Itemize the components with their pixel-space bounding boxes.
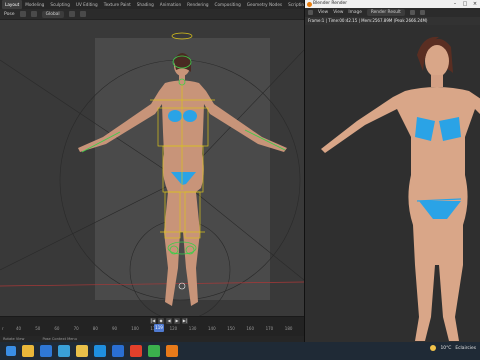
render-result[interactable] — [305, 25, 480, 342]
start-button[interactable] — [6, 346, 16, 356]
frame-marker: r — [2, 326, 4, 331]
mode-selector[interactable]: Pose — [4, 12, 15, 17]
orientation-dropdown[interactable]: Global — [41, 10, 64, 18]
maximize-icon[interactable]: □ — [460, 0, 470, 8]
workspace-tab-sculpting[interactable]: Sculpting — [47, 0, 73, 9]
image-slot-dropdown[interactable]: Render Result — [366, 9, 405, 16]
workspace-tab-modeling[interactable]: Modeling — [22, 0, 47, 9]
window-controls: – □ × — [450, 0, 480, 8]
editor-type-icon[interactable] — [308, 10, 313, 15]
close-icon[interactable]: × — [470, 0, 480, 8]
taskbar-app-icon[interactable] — [166, 345, 178, 357]
snap-icon[interactable] — [68, 11, 75, 17]
current-frame-indicator[interactable]: 119 — [154, 324, 164, 332]
workspace-tab-animation[interactable]: Animation — [157, 0, 184, 9]
frame-tick-label: 140 — [208, 326, 216, 331]
blender-logo-icon — [307, 1, 312, 7]
minimize-icon[interactable]: – — [450, 0, 460, 8]
frame-tick-label: 40 — [16, 326, 22, 331]
transform-icon[interactable] — [19, 11, 26, 17]
workspace-tab-shading[interactable]: Shading — [134, 0, 157, 9]
blender-main-window: Layout Modeling Sculpting UV Editing Texture… — [0, 0, 307, 342]
menu-image[interactable]: Image — [348, 10, 361, 15]
taskbar-app-icon[interactable] — [22, 345, 34, 357]
frame-tick-label: 90 — [112, 326, 118, 331]
frame-tick-label: 170 — [265, 326, 274, 331]
play-button[interactable]: ▶ — [174, 318, 180, 324]
frame-tick-label: 180 — [284, 326, 293, 331]
workspace-tab-rendering[interactable]: Rendering — [184, 0, 211, 9]
viewport-header: Pose Global — [0, 9, 304, 20]
play-reverse-button[interactable]: ◀ — [166, 318, 172, 324]
taskbar-app-icon[interactable] — [76, 345, 88, 357]
render-info-bar: Frame:1 | Time:00:42.15 | Mem:2567.89M (… — [305, 17, 480, 25]
frame-ruler: r 40506070809010011012013014015016017018… — [0, 325, 304, 333]
taskbar-app-icon[interactable] — [58, 345, 70, 357]
taskbar-app-icon[interactable] — [148, 345, 160, 357]
desktop: Layout Modeling Sculpting UV Editing Texture… — [0, 0, 480, 360]
workspace-tab-geometry-nodes[interactable]: Geometry Nodes — [244, 0, 285, 9]
frame-tick-label: 60 — [54, 326, 60, 331]
workspace-tab-uv-editing[interactable]: UV Editing — [73, 0, 101, 9]
weather-condition[interactable]: Eclaircies — [455, 346, 476, 351]
render-window-title: Blender Render — [313, 1, 348, 6]
frame-tick-label: 160 — [246, 326, 255, 331]
slot-icon[interactable] — [409, 10, 415, 15]
system-tray: 10°C Eclaircies — [430, 345, 476, 351]
taskbar-app-icon[interactable] — [94, 345, 106, 357]
render-titlebar: Blender Render – □ × — [305, 0, 480, 8]
frame-tick-label: 50 — [35, 326, 41, 331]
proportional-icon[interactable] — [79, 11, 86, 17]
workspace-tab-compositing[interactable]: Compositing — [212, 0, 244, 9]
character-model — [78, 53, 287, 306]
workspace-tab-layout[interactable]: Layout — [2, 0, 23, 9]
weather-temperature[interactable]: 10°C — [440, 346, 451, 351]
menu-view-2[interactable]: View — [333, 10, 343, 15]
workspace-tabs: Layout Modeling Sculpting UV Editing Texture… — [0, 0, 307, 9]
frame-tick-label: 100 — [131, 326, 139, 331]
weather-icon[interactable] — [430, 345, 437, 351]
render-window: Blender Render – □ × View View Image Ren… — [304, 0, 480, 342]
frame-tick-label: 150 — [227, 326, 235, 331]
x-axis-line — [0, 281, 304, 287]
pivot-icon[interactable] — [30, 11, 37, 17]
menu-view[interactable]: View — [318, 10, 328, 15]
rendered-character — [321, 36, 480, 341]
jump-end-button[interactable]: ▶| — [182, 318, 188, 324]
taskbar-app-icon[interactable] — [40, 345, 52, 357]
display-icon[interactable] — [419, 10, 425, 15]
3d-viewport[interactable] — [0, 20, 304, 316]
taskbar-app-icon[interactable] — [112, 345, 124, 357]
taskbar-app-icon[interactable] — [130, 345, 142, 357]
workspace-tab-texture-paint[interactable]: Texture Paint — [101, 0, 134, 9]
frame-tick-label: 80 — [92, 326, 98, 331]
windows-taskbar: 10°C Eclaircies — [0, 342, 480, 360]
frame-tick-label: 130 — [188, 326, 197, 331]
viewport-drawing — [0, 32, 304, 316]
frame-tick-label: 120 — [169, 326, 178, 331]
render-menubar: View View Image Render Result — [305, 8, 480, 17]
frame-tick-label: 70 — [73, 326, 79, 331]
